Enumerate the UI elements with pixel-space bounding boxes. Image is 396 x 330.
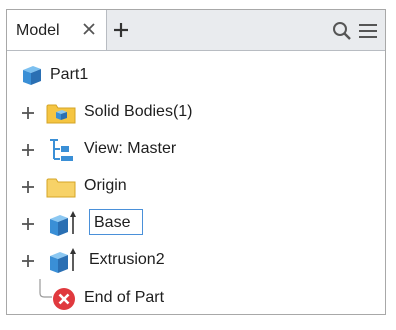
tree-item-base[interactable]: Base [7, 209, 307, 239]
extrusion-feature-icon [50, 248, 76, 273]
origin-label: Origin [84, 177, 127, 194]
close-icon[interactable] [80, 20, 98, 38]
model-browser-panel: Model Part1 Solid Bodies(1) View: Master… [6, 9, 386, 315]
base-label: Base [94, 214, 131, 231]
tree-item-extrusion2[interactable]: Extrusion2 [7, 246, 307, 276]
extrusion-feature-icon [50, 211, 76, 236]
expand-plus-icon[interactable] [21, 180, 35, 194]
view-master-label: View: Master [84, 140, 177, 157]
expand-plus-icon[interactable] [21, 106, 35, 120]
part-cube-icon [23, 66, 41, 85]
browser-tab-bar: Model [7, 10, 385, 51]
tree-item-view-master[interactable]: View: Master [7, 135, 307, 165]
tree-item-solid-bodies[interactable]: Solid Bodies(1) [7, 98, 307, 128]
solid-bodies-folder-icon [46, 104, 76, 124]
solid-bodies-label: Solid Bodies(1) [84, 103, 193, 120]
model-tree: Part1 Solid Bodies(1) View: Master Origi… [7, 51, 385, 314]
part-label: Part1 [50, 66, 89, 83]
expand-plus-icon[interactable] [21, 254, 35, 268]
tree-item-origin[interactable]: Origin [7, 172, 307, 202]
extrusion2-label: Extrusion2 [89, 251, 165, 268]
hamburger-menu-icon[interactable] [357, 21, 379, 41]
rename-input[interactable]: Base [89, 209, 143, 235]
tree-root-part[interactable]: Part1 [7, 61, 207, 91]
view-representation-icon [50, 139, 73, 161]
tab-model[interactable]: Model [7, 10, 107, 50]
plus-icon[interactable] [111, 20, 131, 40]
search-icon[interactable] [332, 21, 352, 41]
folder-icon [46, 178, 76, 198]
expand-plus-icon[interactable] [21, 143, 35, 157]
end-of-part-label: End of Part [84, 289, 165, 306]
tab-model-label: Model [16, 22, 60, 39]
expand-plus-icon[interactable] [21, 217, 35, 231]
end-of-part-icon [53, 288, 75, 310]
tree-end-of-part[interactable]: End of Part [7, 284, 307, 314]
